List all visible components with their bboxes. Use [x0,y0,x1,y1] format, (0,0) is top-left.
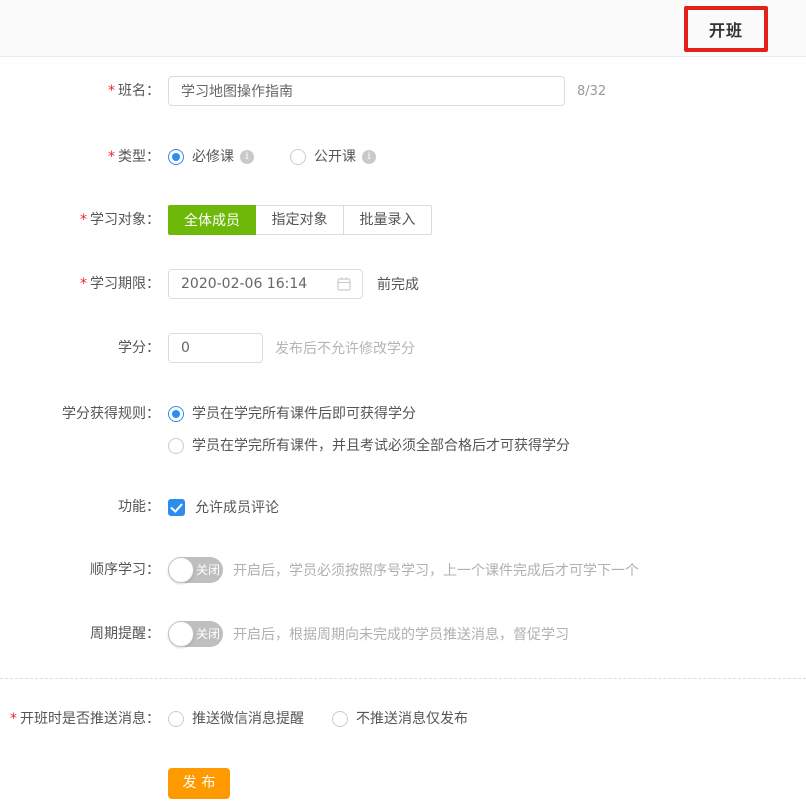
top-bar: 开班 [0,0,806,57]
required-mark: * [108,83,115,99]
radio-open-course[interactable]: 公开课 [290,147,356,167]
credits-label: 学分： [0,338,160,358]
radio-icon [332,711,348,727]
radio-icon [168,149,184,165]
calendar-icon[interactable] [336,276,352,292]
required-mark: * [80,212,87,228]
field-type: *类型： 必修课 i 公开课 i [0,147,806,167]
field-push-message: *开班时是否推送消息： 推送微信消息提醒 不推送消息仅发布 [0,709,806,729]
radio-credit-rule-complete-courseware[interactable]: 学员在学完所有课件后即可获得学分 [168,404,570,424]
radio-no-push[interactable]: 不推送消息仅发布 [332,709,468,729]
required-mark: * [108,149,115,165]
page: 开班 *班名： 学习地图操作指南 8/32 *类型： 必修课 i [0,0,806,811]
radio-required-course[interactable]: 必修课 [168,147,234,167]
field-sequential-learning: 顺序学习： 关闭 开启后，学员必须按照序号学习，上一个课件完成后才可学下一个 [0,557,806,583]
annotation-box: 开班 [684,6,768,52]
toggle-knob-icon [168,621,194,647]
page-title[interactable]: 开班 [709,21,743,40]
type-label: *类型： [0,147,160,167]
field-credits: 学分： 0 发布后不允许修改学分 [0,333,806,363]
field-credit-rule: 学分获得规则： 学员在学完所有课件后即可获得学分 学员在学完所有课件，并且考试必… [0,404,806,456]
field-features: 功能： 允许成员评论 [0,497,806,517]
required-mark: * [10,711,17,727]
audience-button-group: 全体成员 指定对象 批量录入 [168,205,432,235]
audience-label: *学习对象： [0,210,160,230]
radio-credit-rule-pass-exams[interactable]: 学员在学完所有课件，并且考试必须全部合格后才可获得学分 [168,436,570,456]
class-name-label: *班名： [0,81,160,101]
field-class-name: *班名： 学习地图操作指南 8/32 [0,76,806,106]
credits-hint: 发布后不允许修改学分 [275,338,415,358]
create-class-form: *班名： 学习地图操作指南 8/32 *类型： 必修课 i 公开课 i [0,57,806,799]
credits-input[interactable]: 0 [168,333,263,363]
credit-rule-label: 学分获得规则： [0,404,160,424]
info-icon[interactable]: i [240,150,254,164]
radio-push-wechat[interactable]: 推送微信消息提醒 [168,709,304,729]
allow-comments-checkbox[interactable] [168,499,185,516]
deadline-label: *学习期限： [0,274,160,294]
char-counter: 8/32 [577,84,606,99]
field-deadline: *学习期限： 2020-02-06 16:14 前完成 [0,269,806,299]
reminder-label: 周期提醒： [0,624,160,644]
radio-icon [168,438,184,454]
push-message-label: *开班时是否推送消息： [0,709,160,729]
radio-icon [168,711,184,727]
publish-button[interactable]: 发布 [168,768,230,799]
required-mark: * [80,276,87,292]
radio-icon [290,149,306,165]
toggle-knob-icon [168,557,194,583]
sequential-toggle[interactable]: 关闭 [168,557,223,583]
radio-icon [168,406,184,422]
audience-batch-import-button[interactable]: 批量录入 [344,205,432,235]
info-icon[interactable]: i [362,150,376,164]
audience-all-members-button[interactable]: 全体成员 [168,205,256,235]
features-label: 功能： [0,497,160,517]
deadline-datetime-input[interactable]: 2020-02-06 16:14 [168,269,363,299]
sequential-hint: 开启后，学员必须按照序号学习，上一个课件完成后才可学下一个 [233,560,639,580]
allow-comments-label: 允许成员评论 [195,497,279,517]
audience-specified-button[interactable]: 指定对象 [256,205,344,235]
reminder-toggle[interactable]: 关闭 [168,621,223,647]
sequential-label: 顺序学习： [0,560,160,580]
class-name-input[interactable]: 学习地图操作指南 [168,76,565,106]
field-audience: *学习对象： 全体成员 指定对象 批量录入 [0,205,806,235]
field-periodic-reminder: 周期提醒： 关闭 开启后，根据周期向未完成的学员推送消息，督促学习 [0,621,806,647]
section-divider [0,678,806,679]
reminder-hint: 开启后，根据周期向未完成的学员推送消息，督促学习 [233,624,569,644]
deadline-suffix: 前完成 [377,274,419,294]
